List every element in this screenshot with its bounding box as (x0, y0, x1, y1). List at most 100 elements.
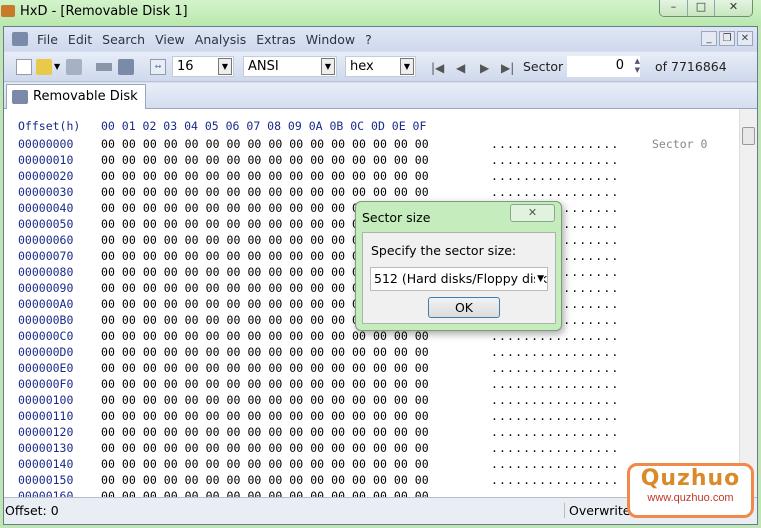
row-bytes[interactable]: 00 00 00 00 00 00 00 00 00 00 00 00 00 0… (101, 361, 429, 375)
bytes-per-row-select[interactable]: 16 ▼ (172, 56, 234, 77)
row-bytes[interactable]: 00 00 00 00 00 00 00 00 00 00 00 00 00 0… (101, 409, 429, 423)
menu-file[interactable]: File (32, 32, 63, 47)
row-bytes[interactable]: 00 00 00 00 00 00 00 00 00 00 00 00 00 0… (101, 377, 429, 391)
sector-size-dialog: Sector size ✕ Specify the sector size: 5… (355, 201, 562, 331)
row-bytes[interactable]: 00 00 00 00 00 00 00 00 00 00 00 00 00 0… (101, 489, 429, 497)
open-disk-icon[interactable] (118, 59, 134, 75)
row-ascii[interactable]: ................ (491, 329, 619, 343)
row-bytes[interactable]: 00 00 00 00 00 00 00 00 00 00 00 00 00 0… (101, 441, 429, 455)
menu-window[interactable]: Window (301, 32, 360, 47)
bytes-per-row-icon: ↔ (150, 59, 166, 75)
row-bytes[interactable]: 00 00 00 00 00 00 00 00 00 00 00 00 00 0… (101, 473, 429, 487)
menu-help[interactable]: ? (360, 32, 377, 47)
menu-analysis[interactable]: Analysis (190, 32, 252, 47)
chevron-down-icon[interactable]: ▼ (321, 58, 335, 75)
row-ascii[interactable]: ................ (491, 345, 619, 359)
watermark-logo: Quzhuo www.quzhuo.com (627, 463, 754, 518)
row-ascii[interactable]: ................ (491, 473, 619, 487)
dialog-prompt: Specify the sector size: (371, 243, 517, 258)
minimize-button[interactable]: – (660, 0, 687, 16)
ok-button[interactable]: OK (428, 297, 500, 318)
sector-value: 0 (615, 58, 624, 73)
chevron-down-icon[interactable]: ▼ (218, 58, 232, 75)
bytes-per-row-value: 16 (177, 59, 194, 74)
chevron-down-icon[interactable]: ▼ (400, 58, 414, 75)
sector-size-select[interactable]: 512 (Hard disks/Floppy disks) ▼ (370, 267, 548, 291)
row-bytes[interactable]: 00 00 00 00 00 00 00 00 00 00 00 00 00 0… (101, 169, 429, 183)
mdi-close-button[interactable]: ✕ (737, 31, 753, 46)
dialog-close-button[interactable]: ✕ (510, 204, 555, 222)
row-offset: 00000020 (18, 169, 74, 183)
row-ascii[interactable]: ................ (491, 153, 619, 167)
first-sector-button[interactable]: |◀ (431, 61, 444, 75)
disk-icon (12, 90, 28, 104)
open-folder-icon[interactable] (36, 59, 52, 75)
open-dropdown-icon[interactable]: ▼ (54, 59, 62, 75)
row-ascii[interactable]: ................ (491, 425, 619, 439)
row-offset: 000000B0 (18, 313, 74, 327)
menu-search[interactable]: Search (97, 32, 150, 47)
menu-bar: File Edit Search View Analysis Extras Wi… (4, 27, 757, 51)
row-ascii[interactable]: ................ (491, 137, 619, 151)
row-ascii[interactable]: ................ (491, 489, 619, 497)
sector-label: Sector (523, 59, 564, 74)
row-bytes[interactable]: 00 00 00 00 00 00 00 00 00 00 00 00 00 0… (101, 185, 429, 199)
row-offset: 00000150 (18, 473, 74, 487)
row-bytes[interactable]: 00 00 00 00 00 00 00 00 00 00 00 00 00 0… (101, 393, 429, 407)
row-offset: 00000050 (18, 217, 74, 231)
close-button[interactable]: ✕ (714, 0, 752, 16)
last-sector-button[interactable]: ▶| (501, 61, 514, 75)
row-bytes[interactable]: 00 00 00 00 00 00 00 00 00 00 00 00 00 0… (101, 425, 429, 439)
spin-icon[interactable]: ▲ ▼ (635, 57, 640, 75)
tab-removable-disk-1[interactable]: Removable Disk 1 (6, 84, 146, 128)
sector-marker: Sector 0 (652, 137, 708, 151)
mdi-minimize-button[interactable]: _ (701, 31, 717, 46)
row-offset: 00000090 (18, 281, 74, 295)
row-offset: 00000030 (18, 185, 74, 199)
mdi-restore-button[interactable]: ❐ (719, 31, 735, 46)
row-ascii[interactable]: ................ (491, 185, 619, 199)
window-title: HxD - [Removable Disk 1] (20, 4, 188, 19)
row-ascii[interactable]: ................ (491, 393, 619, 407)
chevron-down-icon[interactable]: ▼ (535, 268, 544, 290)
prev-sector-button[interactable]: ◀ (456, 61, 465, 75)
row-ascii[interactable]: ................ (491, 457, 619, 471)
menu-edit[interactable]: Edit (63, 32, 97, 47)
offset-base-select[interactable]: hex ▼ (345, 56, 416, 77)
row-offset: 00000070 (18, 249, 74, 263)
menu-view[interactable]: View (150, 32, 190, 47)
menu-extras[interactable]: Extras (251, 32, 301, 47)
row-offset: 000000A0 (18, 297, 74, 311)
row-ascii[interactable]: ................ (491, 361, 619, 375)
row-offset: 00000040 (18, 201, 74, 215)
row-offset: 00000130 (18, 441, 74, 455)
dialog-title: Sector size (362, 210, 431, 225)
row-offset: 00000080 (18, 265, 74, 279)
row-ascii[interactable]: ................ (491, 441, 619, 455)
row-offset: 00000140 (18, 457, 74, 471)
tab-bar: Removable Disk 1 (4, 83, 757, 128)
charset-select[interactable]: ANSI ▼ (243, 56, 337, 77)
ram-icon[interactable] (96, 63, 112, 71)
row-bytes[interactable]: 00 00 00 00 00 00 00 00 00 00 00 00 00 0… (101, 329, 429, 343)
row-ascii[interactable]: ................ (491, 377, 619, 391)
row-offset: 00000100 (18, 393, 74, 407)
row-bytes[interactable]: 00 00 00 00 00 00 00 00 00 00 00 00 00 0… (101, 137, 429, 151)
vertical-scrollbar[interactable] (739, 109, 757, 497)
row-bytes[interactable]: 00 00 00 00 00 00 00 00 00 00 00 00 00 0… (101, 457, 429, 471)
row-ascii[interactable]: ................ (491, 409, 619, 423)
row-bytes[interactable]: 00 00 00 00 00 00 00 00 00 00 00 00 00 0… (101, 153, 429, 167)
row-offset: 00000060 (18, 233, 74, 247)
status-mode[interactable]: Overwrite (564, 503, 631, 518)
scrollbar-thumb[interactable] (742, 127, 755, 145)
row-offset: 000000C0 (18, 329, 74, 343)
maximize-button[interactable]: □ (687, 0, 714, 16)
row-ascii[interactable]: ................ (491, 169, 619, 183)
disk-icon[interactable] (12, 32, 28, 46)
toolbar: ▼ ↔ 16 ▼ ANSI ▼ hex ▼ |◀ ◀ ▶ ▶| Sector 0 ▲ ▼ … (4, 52, 757, 82)
new-file-icon[interactable] (16, 59, 32, 75)
sector-input[interactable]: 0 ▲ ▼ (567, 56, 640, 77)
row-bytes[interactable]: 00 00 00 00 00 00 00 00 00 00 00 00 00 0… (101, 345, 429, 359)
save-icon[interactable] (66, 59, 82, 75)
next-sector-button[interactable]: ▶ (480, 61, 489, 75)
